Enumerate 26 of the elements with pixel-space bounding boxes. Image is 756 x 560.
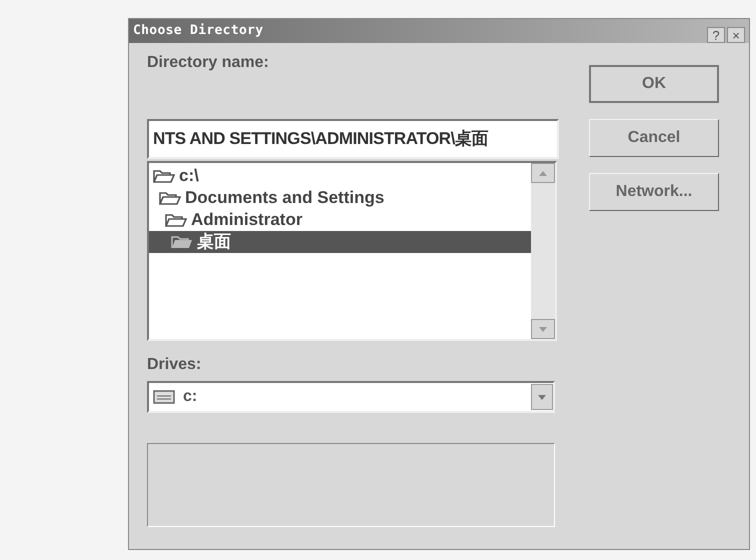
directory-name-field[interactable]: NTS AND SETTINGS\ADMINISTRATOR\桌面 (147, 119, 559, 159)
scrollbar[interactable] (531, 163, 555, 339)
field-label: Directory name: (147, 53, 270, 73)
down-arrow-icon (538, 394, 546, 400)
field-label: Drives: (147, 355, 202, 375)
drives-dropdown[interactable]: c: (147, 381, 555, 413)
folder-item[interactable]: c:\ (149, 165, 531, 187)
up-arrow-icon (539, 170, 547, 176)
scroll-up-button[interactable] (531, 163, 555, 183)
folder-icon (165, 212, 187, 228)
folder-item[interactable]: Administrator (149, 209, 531, 231)
dialog-button[interactable]: OK (589, 65, 719, 103)
folder-item[interactable]: Documents and Settings (149, 187, 531, 209)
dialog-button[interactable]: Cancel (589, 119, 719, 157)
folder-item[interactable]: 桌面 (149, 231, 531, 253)
window-title: Choose Directory (133, 22, 264, 40)
down-arrow-icon (539, 326, 547, 332)
folder-icon (159, 190, 181, 206)
close-button[interactable]: × (727, 27, 745, 43)
dialog-button[interactable]: Network... (589, 173, 719, 211)
help-button[interactable]: ? (707, 27, 725, 43)
scroll-down-button[interactable] (531, 319, 555, 339)
folder-icon (153, 168, 175, 184)
dropdown-button[interactable] (531, 384, 553, 410)
drive-icon (153, 390, 175, 404)
folder-icon (171, 234, 193, 250)
